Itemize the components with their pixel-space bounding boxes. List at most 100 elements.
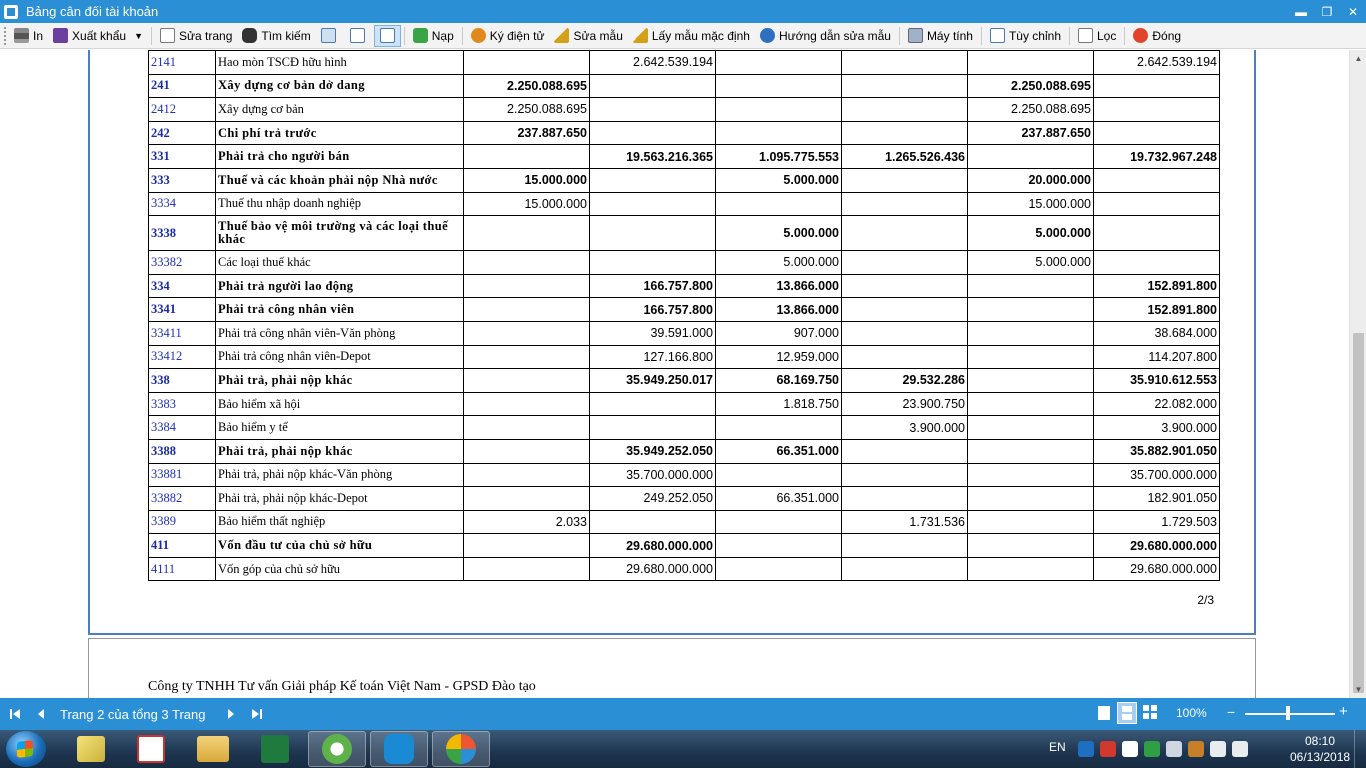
account-name-cell: Bảo hiểm thất nghiệp [215, 509, 464, 535]
closing-debit-cell [967, 509, 1094, 535]
taskbar-app-unikey[interactable] [122, 731, 180, 767]
opening-credit-cell [589, 215, 716, 252]
vpn-icon[interactable] [1144, 741, 1160, 757]
minimize-button[interactable]: ▬ [1288, 0, 1314, 23]
unikey-tray-icon[interactable] [1122, 741, 1138, 757]
zoom-out-icon[interactable]: − [1227, 704, 1235, 720]
edit-template-button[interactable]: Sửa mẫu [549, 25, 627, 47]
taskbar-app-excel[interactable] [246, 731, 304, 767]
period-debit-cell: 5.000.000 [715, 215, 842, 252]
account-code-cell: 3334 [148, 191, 216, 217]
account-code-cell: 3384 [148, 415, 216, 440]
digital-signature-icon [470, 28, 486, 43]
zoom-slider-thumb[interactable] [1286, 706, 1290, 720]
taskbar-app-zalo[interactable] [370, 731, 428, 767]
single-page-view-icon[interactable] [1097, 705, 1113, 721]
taskbar-app-browser[interactable] [308, 731, 366, 767]
opening-credit-cell [589, 120, 716, 146]
toolbar-divider [1069, 26, 1070, 45]
export-button[interactable]: Xuất khẩu ▼ [48, 25, 148, 47]
period-debit-cell: 68.169.750 [715, 368, 842, 393]
table-row: 331 Phải trả cho người bán 19.563.216.365 1… [148, 144, 1220, 169]
search-button[interactable]: Tìm kiếm [237, 25, 315, 47]
account-name-cell: Phải trả công nhân viên-Văn phòng [215, 320, 464, 346]
account-name-cell: Bảo hiểm y tế [215, 415, 464, 440]
excel-icon [261, 735, 289, 763]
system-clock[interactable]: 08:10 06/13/2018 [1290, 733, 1350, 765]
print-label: In [33, 28, 44, 43]
clock-date: 06/13/2018 [1290, 750, 1351, 764]
zoom-in-icon[interactable]: + [1339, 703, 1348, 720]
closing-debit-cell [967, 415, 1094, 440]
continuous-view-icon[interactable] [1117, 702, 1137, 724]
close-report-button[interactable]: Đóng [1128, 25, 1186, 47]
volume-icon[interactable] [1166, 741, 1182, 757]
taskbar-app-explorer[interactable] [184, 731, 242, 767]
edit-page-button[interactable]: Sửa trang [155, 25, 237, 47]
close-window-button[interactable]: ✕ [1340, 0, 1366, 23]
closing-debit-cell [967, 344, 1094, 370]
print-button[interactable]: In [9, 25, 48, 47]
network-icon[interactable] [1232, 741, 1248, 757]
closing-debit-cell: 20.000.000 [967, 167, 1094, 193]
closing-debit-cell [967, 556, 1094, 582]
scrollbar-thumb[interactable] [1353, 333, 1364, 693]
antivirus-icon[interactable] [1100, 741, 1116, 757]
opening-credit-cell [589, 509, 716, 535]
restore-button[interactable]: ❐ [1314, 0, 1340, 23]
filter-button[interactable]: Lọc [1073, 25, 1121, 47]
closing-credit-cell: 38.684.000 [1093, 320, 1220, 346]
period-debit-cell: 66.351.000 [715, 486, 842, 511]
multi-page-view-icon[interactable] [1143, 705, 1159, 721]
options-button[interactable]: Tùy chỉnh [985, 25, 1066, 47]
period-credit-cell [841, 273, 968, 299]
taskbar-app-notes[interactable] [62, 731, 120, 767]
default-template-button[interactable]: Lấy mẫu mặc định [628, 25, 755, 47]
load-button[interactable]: Nạp [408, 25, 459, 47]
page-width-view-button[interactable] [345, 25, 374, 47]
report-viewport[interactable]: 2141 Hao mòn TSCĐ hữu hình 2.642.539.194 2.… [0, 50, 1349, 698]
zoom-slider[interactable] [1245, 713, 1335, 715]
period-credit-cell [841, 250, 968, 275]
next-page-icon[interactable] [220, 703, 242, 725]
period-debit-cell [715, 191, 842, 217]
calculator-button[interactable]: Máy tính [903, 25, 978, 47]
opening-credit-cell: 166.757.800 [589, 297, 716, 322]
sign-button[interactable]: Ký điện tử [466, 25, 550, 47]
period-credit-cell [841, 556, 968, 582]
teamviewer-icon[interactable] [1078, 741, 1094, 757]
template-help-button[interactable]: Hướng dẫn sửa mẫu [755, 25, 896, 47]
one-page-view-button[interactable] [316, 25, 345, 47]
taskbar-app-accounting[interactable] [432, 731, 490, 767]
table-row: 2412 Xây dựng cơ bản 2.250.088.695 2.250.08… [148, 97, 1220, 122]
start-button[interactable] [6, 731, 46, 767]
vertical-scrollbar[interactable]: ▲ ▼ [1349, 50, 1366, 698]
closing-credit-cell [1093, 250, 1220, 275]
opening-credit-cell: 2.642.539.194 [589, 50, 716, 75]
account-name-cell: Vốn góp của chủ sở hữu [215, 556, 464, 582]
show-desktop-button[interactable] [1354, 730, 1366, 768]
flag-icon[interactable] [1210, 741, 1226, 757]
account-code-cell: 33411 [148, 320, 216, 346]
last-page-icon[interactable] [246, 703, 268, 725]
scroll-up-icon[interactable]: ▲ [1350, 50, 1366, 67]
folder-icon [197, 736, 229, 762]
table-row: 33881 Phải trả, phải nộp khác-Văn phòng 35… [148, 462, 1220, 488]
opening-credit-cell [589, 167, 716, 193]
scroll-down-icon[interactable]: ▼ [1350, 681, 1366, 698]
period-debit-cell [715, 533, 842, 558]
previous-page-icon[interactable] [30, 703, 52, 725]
first-page-icon[interactable] [4, 703, 26, 725]
language-indicator[interactable]: EN [1049, 740, 1066, 754]
opening-debit-cell [463, 144, 590, 169]
chevron-down-icon[interactable]: ▼ [134, 31, 143, 41]
fit-view-button[interactable] [373, 24, 401, 47]
opening-debit-cell: 2.033 [463, 509, 590, 535]
closing-debit-cell [967, 462, 1094, 488]
closing-debit-cell [967, 320, 1094, 346]
toolbar-grip[interactable] [4, 26, 7, 45]
period-credit-cell [841, 344, 968, 370]
account-code-cell: 3389 [148, 509, 216, 535]
tool-icon[interactable] [1188, 741, 1204, 757]
period-credit-cell [841, 97, 968, 122]
